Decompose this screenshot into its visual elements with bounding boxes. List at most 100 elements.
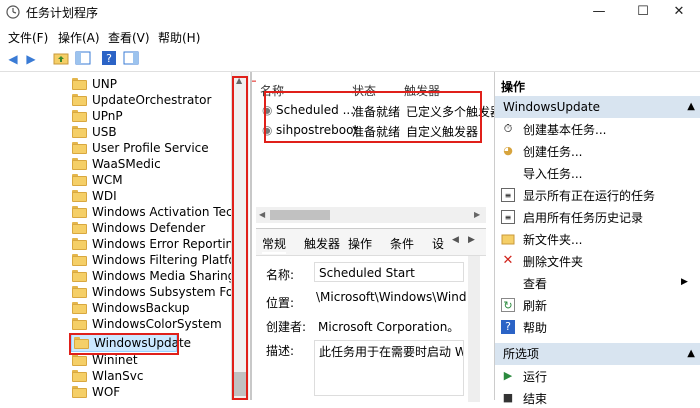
tree-item[interactable]: Windows Subsystem For Lin [70, 284, 231, 300]
section-title: 所选项 [503, 347, 540, 361]
general-tab-content: 名称: Scheduled Start 位置: \Microsoft\Windo… [256, 255, 486, 402]
folder-icon [72, 302, 87, 314]
title-bar: 任务计划程序 — ☐ ✕ [0, 0, 700, 24]
run-icon: ▶ [503, 369, 513, 382]
list-horizontal-scrollbar[interactable]: ◀ ▶ [256, 207, 486, 223]
tree-item[interactable]: WlanSvc [70, 368, 231, 384]
view-icon [501, 276, 515, 290]
tab-triggers[interactable]: 触发器 [304, 235, 340, 252]
tree-item[interactable]: Windows Media Sharing [70, 268, 231, 284]
tree-item[interactable]: UNP [70, 76, 231, 92]
folder-icon [72, 370, 87, 382]
forward-arrow-icon[interactable]: ▶ [22, 50, 40, 68]
tab-scroll-left-icon[interactable]: ◀ [452, 235, 459, 245]
action-enable-history[interactable]: ≡ 启用所有任务历史记录 [501, 207, 697, 227]
tree-item[interactable]: WOF [70, 384, 231, 400]
tree-item[interactable]: WindowsColorSystem [70, 316, 231, 332]
back-arrow-icon[interactable]: ◀ [4, 50, 22, 68]
section-header-windowsupdate[interactable]: WindowsUpdate ▲ [495, 96, 700, 118]
folder-icon [72, 94, 87, 106]
details-scrollbar[interactable] [468, 256, 480, 402]
tree-item[interactable]: WDI [70, 188, 231, 204]
folder-icon [72, 318, 87, 330]
tab-settings[interactable]: 设 [432, 235, 444, 252]
name-field[interactable]: Scheduled Start [314, 262, 464, 282]
up-folder-icon[interactable] [52, 50, 70, 68]
folder-icon [72, 386, 87, 398]
history-icon: ≡ [501, 210, 515, 224]
collapse-arrow-icon[interactable]: ▲ [687, 96, 695, 118]
task-icon: ◕ [503, 144, 513, 157]
action-new-folder[interactable]: 新文件夹... [501, 229, 697, 249]
tree-item[interactable]: WaaSMedic [70, 156, 231, 172]
tree-item[interactable]: WCM [70, 172, 231, 188]
scroll-right-arrow-icon[interactable]: ▶ [474, 210, 480, 219]
show-hide-action-pane-icon[interactable] [122, 50, 140, 68]
folder-icon [72, 222, 87, 234]
actions-pane-title: 操作 [501, 80, 526, 94]
action-refresh[interactable]: ↻ 刷新 [501, 295, 697, 315]
action-show-running-tasks[interactable]: ≡ 显示所有正在运行的任务 [501, 185, 697, 205]
description-field[interactable]: 此任务用于在需要时启动 Winc [314, 340, 464, 396]
close-button[interactable]: ✕ [656, 0, 700, 24]
delete-icon: ✕ [502, 253, 514, 268]
tree-item[interactable]: UPnP [70, 108, 231, 124]
menu-view[interactable]: 查看(V) [108, 29, 150, 46]
svg-text:?: ? [106, 52, 112, 65]
location-value: \Microsoft\Windows\Windows [316, 290, 466, 304]
name-label: 名称: [266, 268, 295, 282]
splitter[interactable] [250, 72, 252, 400]
task-rows-highlight-box [264, 91, 482, 143]
task-details-panel: 常规 触发器 操作 条件 设 ◀ ▶ 名称: Scheduled Start 位… [256, 228, 486, 402]
tab-conditions[interactable]: 条件 [390, 235, 414, 252]
menu-help[interactable]: 帮助(H) [158, 29, 200, 46]
clock-icon: ⏱ [503, 122, 513, 135]
menu-bar: 文件(F) 操作(A) 查看(V) 帮助(H) [0, 27, 700, 47]
show-hide-tree-icon[interactable] [74, 50, 92, 68]
tree-item[interactable]: USB [70, 124, 231, 140]
action-delete-folder[interactable]: ✕ 删除文件夹 [501, 251, 697, 271]
folder-icon [72, 206, 87, 218]
folder-icon [72, 354, 87, 366]
tree-item[interactable]: Windows Filtering Platform [70, 252, 231, 268]
tree-item[interactable]: User Profile Service [70, 140, 231, 156]
folder-icon [72, 286, 87, 298]
description-label: 描述: [266, 344, 295, 358]
section-header-selected-item[interactable]: 所选项 ▲ [495, 343, 700, 365]
action-end[interactable]: ■ 结束 [501, 388, 697, 408]
scrollbar-thumb[interactable] [270, 210, 330, 220]
tab-scroll-right-icon[interactable]: ▶ [468, 235, 475, 245]
action-run[interactable]: ▶ 运行 [501, 366, 697, 386]
tree-item[interactable]: Windows Error Reporting [70, 236, 231, 252]
stop-icon: ■ [502, 391, 514, 404]
action-help[interactable]: ? 帮助 [501, 317, 697, 337]
tab-general[interactable]: 常规 [262, 235, 287, 254]
author-label: 创建者: [266, 320, 307, 334]
import-icon [501, 166, 515, 180]
folder-icon [72, 78, 87, 90]
author-value: Microsoft Corporation。 [318, 320, 460, 334]
menu-action[interactable]: 操作(A) [58, 29, 100, 46]
action-import-task[interactable]: 导入任务... [501, 163, 697, 183]
tab-actions[interactable]: 操作 [348, 235, 372, 252]
help-icon[interactable]: ? [100, 50, 118, 68]
tree-item[interactable]: Windows Defender [70, 220, 231, 236]
action-create-task[interactable]: ◕ 创建任务... [501, 141, 697, 161]
folder-icon [72, 158, 87, 170]
action-view[interactable]: 查看 ▶ [501, 273, 697, 293]
window-title: 任务计划程序 [26, 6, 99, 20]
submenu-arrow-icon: ▶ [681, 277, 688, 287]
folder-icon [72, 254, 87, 266]
menu-file[interactable]: 文件(F) [8, 29, 48, 46]
scroll-left-arrow-icon[interactable]: ◀ [259, 210, 265, 219]
folder-icon [72, 190, 87, 202]
folder-icon [501, 232, 515, 246]
minimize-button[interactable]: — [576, 0, 622, 24]
collapse-arrow-icon[interactable]: ▲ [687, 343, 695, 365]
folder-icon [72, 270, 87, 282]
tree-item[interactable]: WindowsBackup [70, 300, 231, 316]
tree-item[interactable]: Windows Activation Techno [70, 204, 231, 220]
action-create-basic-task[interactable]: ⏱ 创建基本任务... [501, 119, 697, 139]
tree-item[interactable]: UpdateOrchestrator [70, 92, 231, 108]
folder-icon [72, 174, 87, 186]
